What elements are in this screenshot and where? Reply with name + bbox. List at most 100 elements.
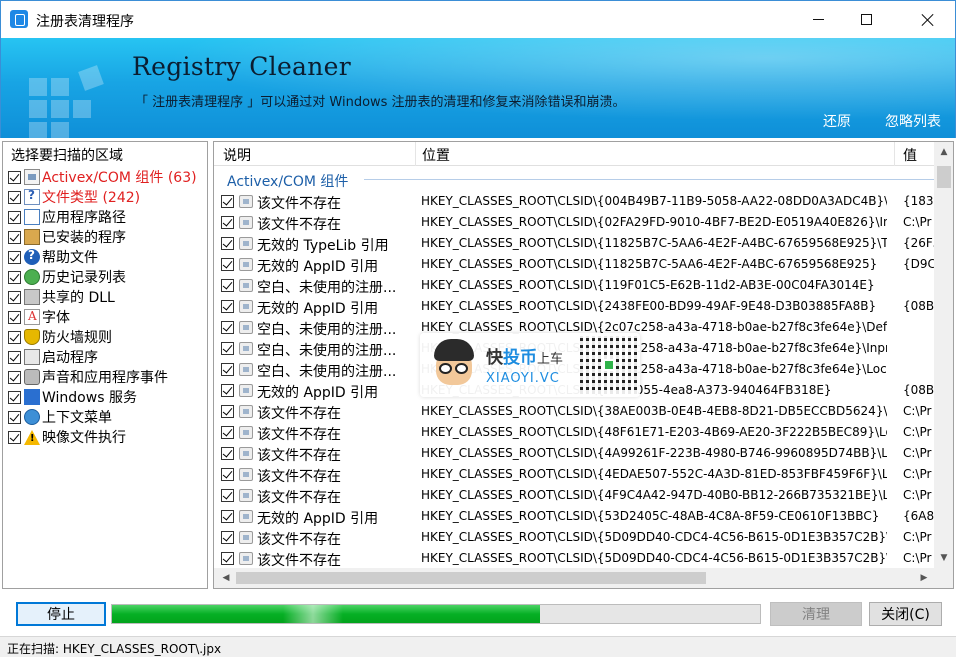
table-row[interactable]: 该文件不存在 HKEY_CLASSES_ROOT\CLSID\{4EDAE507-… bbox=[214, 464, 934, 485]
scan-category-item[interactable]: 启动程序 bbox=[8, 347, 98, 367]
scan-category-item[interactable]: 共享的 DLL bbox=[8, 287, 115, 307]
row-checkbox[interactable] bbox=[221, 384, 234, 397]
scan-category-item[interactable]: 历史记录列表 bbox=[8, 267, 126, 287]
restore-link[interactable]: 还原 bbox=[823, 111, 851, 131]
shield-icon bbox=[24, 329, 40, 345]
table-row[interactable]: 该文件不存在 HKEY_CLASSES_ROOT\CLSID\{5D09DD40-… bbox=[214, 527, 934, 548]
row-value: {26F5 bbox=[903, 236, 934, 250]
watermark-overlay: 快投币上车 XIAOYI.VC bbox=[420, 333, 640, 397]
table-row[interactable]: 该文件不存在 HKEY_CLASSES_ROOT\CLSID\{5D09DD40-… bbox=[214, 548, 934, 569]
table-row[interactable]: 该文件不存在 HKEY_CLASSES_ROOT\CLSID\{4A99261F-… bbox=[214, 443, 934, 464]
row-checkbox[interactable] bbox=[221, 237, 234, 250]
row-checkbox[interactable] bbox=[221, 321, 234, 334]
row-description: 无效的 AppID 引用 bbox=[257, 511, 379, 527]
row-description: 空白、未使用的注册... bbox=[257, 280, 397, 296]
category-checkbox[interactable] bbox=[8, 270, 21, 284]
row-checkbox[interactable] bbox=[221, 195, 234, 208]
scan-category-item[interactable]: 防火墙规则 bbox=[8, 327, 112, 347]
category-checkbox[interactable] bbox=[8, 350, 21, 364]
warning-icon bbox=[24, 429, 40, 445]
row-description: 该文件不存在 bbox=[257, 553, 341, 569]
column-value[interactable]: 值 bbox=[903, 145, 917, 165]
table-row[interactable]: 该文件不存在 HKEY_CLASSES_ROOT\CLSID\{4F9C4A42-… bbox=[214, 485, 934, 506]
scroll-up-icon[interactable]: ▲ bbox=[934, 142, 953, 162]
table-row[interactable]: 该文件不存在 HKEY_CLASSES_ROOT\CLSID\{48F61E71-… bbox=[214, 422, 934, 443]
category-checkbox[interactable] bbox=[8, 390, 21, 404]
group-label: Activex/COM 组件 bbox=[227, 174, 349, 190]
table-row[interactable]: 无效的 AppID 引用 HKEY_CLASSES_ROOT\CLSID\{118… bbox=[214, 254, 934, 275]
scan-category-item[interactable]: 上下文菜单 bbox=[8, 407, 112, 427]
row-checkbox[interactable] bbox=[221, 447, 234, 460]
scroll-left-icon[interactable]: ◀ bbox=[216, 568, 236, 588]
table-row[interactable]: 空白、未使用的注册... HKEY_CLASSES_ROOT\CLSID\{119… bbox=[214, 275, 934, 296]
clean-button[interactable]: 清理 bbox=[770, 602, 862, 626]
category-checkbox[interactable] bbox=[8, 250, 21, 264]
row-checkbox[interactable] bbox=[221, 510, 234, 523]
row-checkbox[interactable] bbox=[221, 468, 234, 481]
row-location: HKEY_CLASSES_ROOT\CLSID\{53D2405C-48AB-4… bbox=[421, 509, 880, 523]
column-location[interactable]: 位置 bbox=[422, 145, 450, 165]
row-checkbox[interactable] bbox=[221, 426, 234, 439]
scan-category-item[interactable]: Activex/COM 组件 (63) bbox=[8, 167, 197, 187]
table-row[interactable]: 该文件不存在 HKEY_CLASSES_ROOT\CLSID\{38AE003B-… bbox=[214, 401, 934, 422]
table-row[interactable]: 该文件不存在 HKEY_CLASSES_ROOT\CLSID\{004B49B7-… bbox=[214, 191, 934, 212]
category-checkbox[interactable] bbox=[8, 330, 21, 344]
ignore-list-link[interactable]: 忽略列表 bbox=[885, 111, 941, 131]
column-description[interactable]: 说明 bbox=[223, 145, 251, 165]
registry-entry-icon bbox=[239, 552, 253, 565]
close-window-button[interactable] bbox=[901, 1, 955, 38]
horizontal-scroll-thumb[interactable] bbox=[236, 572, 706, 584]
table-row[interactable]: 该文件不存在 HKEY_CLASSES_ROOT\CLSID\{02FA29FD-… bbox=[214, 212, 934, 233]
maximize-button[interactable] bbox=[843, 1, 889, 38]
row-location: HKEY_CLASSES_ROOT\CLSID\{11825B7C-5AA6-4… bbox=[421, 236, 887, 250]
minimize-button[interactable] bbox=[795, 1, 841, 38]
scan-category-item[interactable]: 应用程序路径 bbox=[8, 207, 126, 227]
registry-entry-icon bbox=[239, 195, 253, 208]
help-icon bbox=[24, 248, 40, 265]
scroll-right-icon[interactable]: ▶ bbox=[914, 568, 934, 588]
table-row[interactable]: 无效的 AppID 引用 HKEY_CLASSES_ROOT\CLSID\{243… bbox=[214, 296, 934, 317]
horizontal-scrollbar[interactable]: ◀ ▶ bbox=[214, 568, 934, 588]
scan-category-item[interactable]: 已安装的程序 bbox=[8, 227, 126, 247]
category-checkbox[interactable] bbox=[8, 210, 21, 224]
scan-category-item[interactable]: 字体 bbox=[8, 307, 70, 327]
category-checkbox[interactable] bbox=[8, 230, 21, 244]
installed-programs-icon bbox=[24, 229, 40, 245]
table-row[interactable]: 无效的 AppID 引用 HKEY_CLASSES_ROOT\CLSID\{53D… bbox=[214, 506, 934, 527]
row-checkbox[interactable] bbox=[221, 531, 234, 544]
scroll-down-icon[interactable]: ▼ bbox=[934, 548, 953, 568]
category-label: 已安装的程序 bbox=[42, 230, 126, 246]
row-location: HKEY_CLASSES_ROOT\CLSID\{5D09DD40-CDC4-4… bbox=[421, 551, 887, 565]
vertical-scrollbar[interactable]: ▲ ▼ bbox=[934, 142, 953, 568]
registry-entry-icon bbox=[239, 342, 253, 355]
category-checkbox[interactable] bbox=[8, 430, 21, 444]
close-button[interactable]: 关闭(C) bbox=[869, 602, 942, 626]
row-checkbox[interactable] bbox=[221, 342, 234, 355]
row-checkbox[interactable] bbox=[221, 279, 234, 292]
category-checkbox[interactable] bbox=[8, 310, 21, 324]
scan-category-item[interactable]: 文件类型 (242) bbox=[8, 187, 140, 207]
scan-category-item[interactable]: Windows 服务 bbox=[8, 387, 137, 407]
row-checkbox[interactable] bbox=[221, 405, 234, 418]
category-checkbox[interactable] bbox=[8, 370, 21, 384]
category-checkbox[interactable] bbox=[8, 290, 21, 304]
row-checkbox[interactable] bbox=[221, 216, 234, 229]
scan-category-item[interactable]: 映像文件执行 bbox=[8, 427, 126, 447]
windows-service-icon bbox=[24, 389, 40, 405]
row-checkbox[interactable] bbox=[221, 258, 234, 271]
row-description: 该文件不存在 bbox=[257, 469, 341, 485]
category-checkbox[interactable] bbox=[8, 410, 21, 424]
scan-category-item[interactable]: 帮助文件 bbox=[8, 247, 98, 267]
row-checkbox[interactable] bbox=[221, 552, 234, 565]
registry-entry-icon bbox=[239, 384, 253, 397]
vertical-scroll-thumb[interactable] bbox=[937, 166, 951, 188]
row-checkbox[interactable] bbox=[221, 363, 234, 376]
row-location: HKEY_CLASSES_ROOT\CLSID\{4A99261F-223B-4… bbox=[421, 446, 887, 460]
row-checkbox[interactable] bbox=[221, 489, 234, 502]
scan-category-item[interactable]: 声音和应用程序事件 bbox=[8, 367, 168, 387]
category-checkbox[interactable] bbox=[8, 170, 21, 184]
table-row[interactable]: 无效的 TypeLib 引用 HKEY_CLASSES_ROOT\CLSID\{1… bbox=[214, 233, 934, 254]
row-checkbox[interactable] bbox=[221, 300, 234, 313]
category-checkbox[interactable] bbox=[8, 190, 21, 204]
stop-button[interactable]: 停止 bbox=[16, 602, 106, 626]
